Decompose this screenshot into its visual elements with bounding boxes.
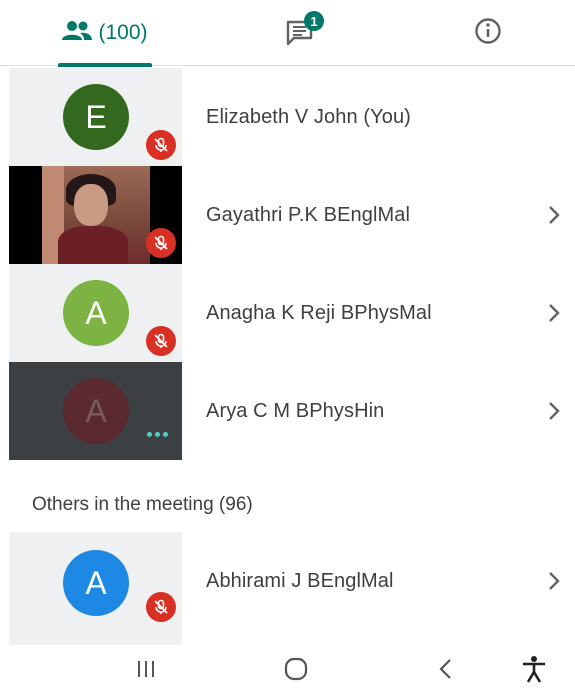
participant-row[interactable]: A Arya C M BPhysHin [0, 362, 575, 460]
avatar: E [63, 84, 129, 150]
back-button[interactable] [426, 653, 466, 685]
participant-row[interactable]: Gayathri P.K BEnglMal [0, 166, 575, 264]
others-section-heading: Others in the meeting (96) [32, 494, 253, 515]
active-tab-indicator [58, 63, 152, 67]
mic-muted-icon [146, 326, 176, 356]
avatar: A [63, 378, 129, 444]
participant-name: Gayathri P.K BEnglMal [206, 203, 411, 226]
chat-unread-badge: 1 [304, 11, 324, 31]
chevron-right-icon[interactable] [546, 302, 562, 324]
participant-row[interactable]: A Abhirami J BEnglMal [0, 532, 575, 645]
tab-chat[interactable]: 1 [270, 0, 330, 66]
speaking-indicator [147, 432, 168, 437]
participant-name: Abhirami J BEnglMal [206, 569, 394, 592]
meeting-participants-screen: (100) 1 E Elizabeth V John (You) Gayathr… [0, 0, 575, 693]
people-count: (100) [98, 21, 148, 44]
participant-tile: E [9, 68, 182, 166]
home-button[interactable] [276, 653, 316, 685]
accessibility-button[interactable] [514, 653, 554, 685]
chevron-right-icon[interactable] [546, 204, 562, 226]
system-navigation-bar [0, 645, 575, 693]
participant-tile: A [9, 264, 182, 362]
people-icon [62, 20, 93, 47]
chevron-right-icon[interactable] [546, 400, 562, 422]
accessibility-icon [523, 656, 545, 683]
participant-name: Anagha K Reji BPhysMal [206, 301, 432, 324]
participant-tile: A [9, 362, 182, 460]
participant-tile: A [9, 532, 182, 645]
recents-icon [138, 661, 154, 677]
avatar: A [63, 550, 129, 616]
participant-row[interactable]: A Anagha K Reji BPhysMal [0, 264, 575, 362]
home-icon [284, 657, 308, 681]
info-icon [474, 17, 502, 50]
participant-row[interactable]: E Elizabeth V John (You) [0, 68, 575, 166]
tab-bar: (100) 1 [0, 0, 575, 67]
mic-muted-icon [146, 130, 176, 160]
recents-button[interactable] [126, 653, 166, 685]
avatar: A [63, 280, 129, 346]
mic-muted-icon [146, 228, 176, 258]
back-icon [439, 659, 451, 679]
tab-people[interactable]: (100) [58, 0, 152, 67]
mic-muted-icon [146, 592, 176, 622]
participant-name: Elizabeth V John (You) [206, 105, 411, 128]
tab-info[interactable] [460, 0, 516, 66]
participant-name: Arya C M BPhysHin [206, 399, 385, 422]
participant-tile [9, 166, 182, 264]
participant-video [42, 166, 150, 264]
chevron-right-icon[interactable] [546, 570, 562, 592]
